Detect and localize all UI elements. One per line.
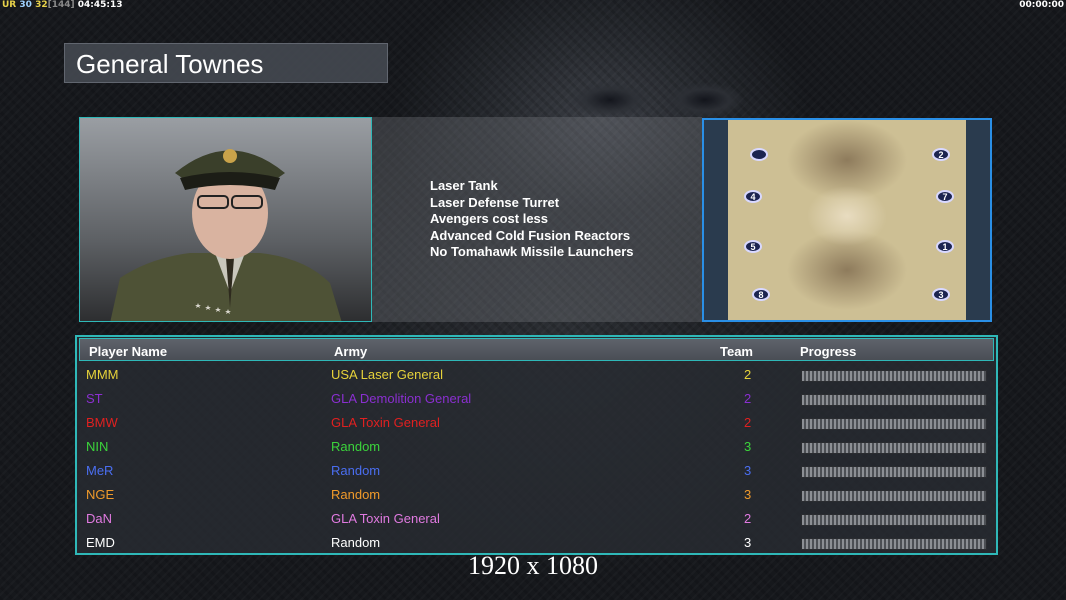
- player-army: GLA Toxin General: [331, 511, 440, 526]
- table-row[interactable]: NGE Random 3: [77, 484, 996, 508]
- feature-item: Advanced Cold Fusion Reactors: [430, 227, 631, 243]
- player-name: ST: [86, 391, 103, 406]
- portrait-illustration: [80, 118, 371, 321]
- player-army: Random: [331, 463, 381, 478]
- status-tag: UR: [2, 0, 17, 10]
- feature-item: Laser Tank: [430, 178, 498, 193]
- general-name: General Townes: [76, 49, 264, 79]
- fps-cap-value: 32: [35, 0, 48, 10]
- table-row[interactable]: MeR Random 3: [77, 460, 996, 484]
- progress-bar: [801, 490, 987, 502]
- header-player-name: Player Name: [89, 344, 168, 359]
- table-row[interactable]: NIN Random 3: [77, 436, 996, 460]
- table-row[interactable]: DaN GLA Toxin General 2: [77, 508, 996, 532]
- start-position[interactable]: 5: [744, 240, 762, 253]
- table-row[interactable]: BMW GLA Toxin General 2: [77, 412, 996, 436]
- player-team: 3: [744, 439, 752, 454]
- player-team: 2: [744, 391, 752, 406]
- progress-bar: [801, 370, 987, 382]
- start-position[interactable]: 8: [752, 288, 770, 301]
- start-position[interactable]: 1: [936, 240, 954, 253]
- table-row[interactable]: MMM USA Laser General 2: [77, 364, 996, 388]
- player-team: 3: [744, 463, 752, 478]
- feature-item: Laser Defense Turret: [430, 194, 560, 210]
- progress-bar: [801, 418, 987, 430]
- general-title-box: General Townes: [64, 43, 388, 83]
- player-name: EMD: [86, 535, 115, 550]
- player-army: GLA Toxin General: [331, 415, 440, 430]
- feature-item: No Tomahawk Missile Launchers: [430, 244, 634, 260]
- start-position-empty[interactable]: [750, 148, 768, 161]
- map-preview[interactable]: 2 4 7 5 1 8 3: [702, 118, 992, 322]
- status-left: UR 30 32[144] 04:45:13: [2, 0, 123, 10]
- player-name: DaN: [86, 511, 113, 526]
- progress-bar: [801, 442, 987, 454]
- player-name: BMW: [86, 415, 118, 430]
- player-army: Random: [331, 487, 381, 502]
- player-name: MeR: [86, 463, 114, 478]
- player-team: 3: [744, 535, 752, 550]
- progress-bar: [801, 394, 987, 406]
- feature-list: Laser Tank Laser Defense Turret Avengers…: [430, 178, 633, 261]
- player-army: Random: [331, 535, 381, 550]
- resolution-label: 1920 x 1080: [468, 551, 598, 580]
- player-team: 2: [744, 511, 752, 526]
- player-army: Random: [331, 439, 381, 454]
- player-team: 2: [744, 367, 752, 382]
- clock-time: 04:45:13: [77, 0, 123, 10]
- header-progress: Progress: [800, 344, 857, 359]
- map-terrain: 2 4 7 5 1 8 3: [728, 120, 966, 320]
- start-position[interactable]: 7: [936, 190, 954, 203]
- game-timer: 00:00:00: [1019, 0, 1064, 10]
- general-portrait: [79, 117, 372, 322]
- header-army: Army: [334, 344, 368, 359]
- player-name: MMM: [86, 367, 119, 382]
- player-name: NIN: [86, 439, 109, 454]
- player-table-header: Player Name Army Team Progress: [79, 338, 994, 361]
- player-team: 3: [744, 487, 752, 502]
- start-position[interactable]: 2: [932, 148, 950, 161]
- player-team: 2: [744, 415, 752, 430]
- header-team: Team: [720, 344, 753, 359]
- player-army: GLA Demolition General: [331, 391, 472, 406]
- player-name: NGE: [86, 487, 115, 502]
- status-bar: UR 30 32[144] 04:45:13 00:00:00: [0, 0, 1066, 12]
- feature-item: Avengers cost less: [430, 211, 549, 227]
- start-position[interactable]: 4: [744, 190, 762, 203]
- start-position[interactable]: 3: [932, 288, 950, 301]
- table-row[interactable]: ST GLA Demolition General 2: [77, 388, 996, 412]
- frame-count: [144]: [47, 0, 75, 10]
- player-table: Player Name Army Team Progress MMM USA La…: [75, 335, 998, 555]
- player-army: USA Laser General: [331, 367, 444, 382]
- fps-value: 30: [19, 0, 32, 10]
- progress-bar: [801, 538, 987, 550]
- progress-bar: [801, 466, 987, 478]
- progress-bar: [801, 514, 987, 526]
